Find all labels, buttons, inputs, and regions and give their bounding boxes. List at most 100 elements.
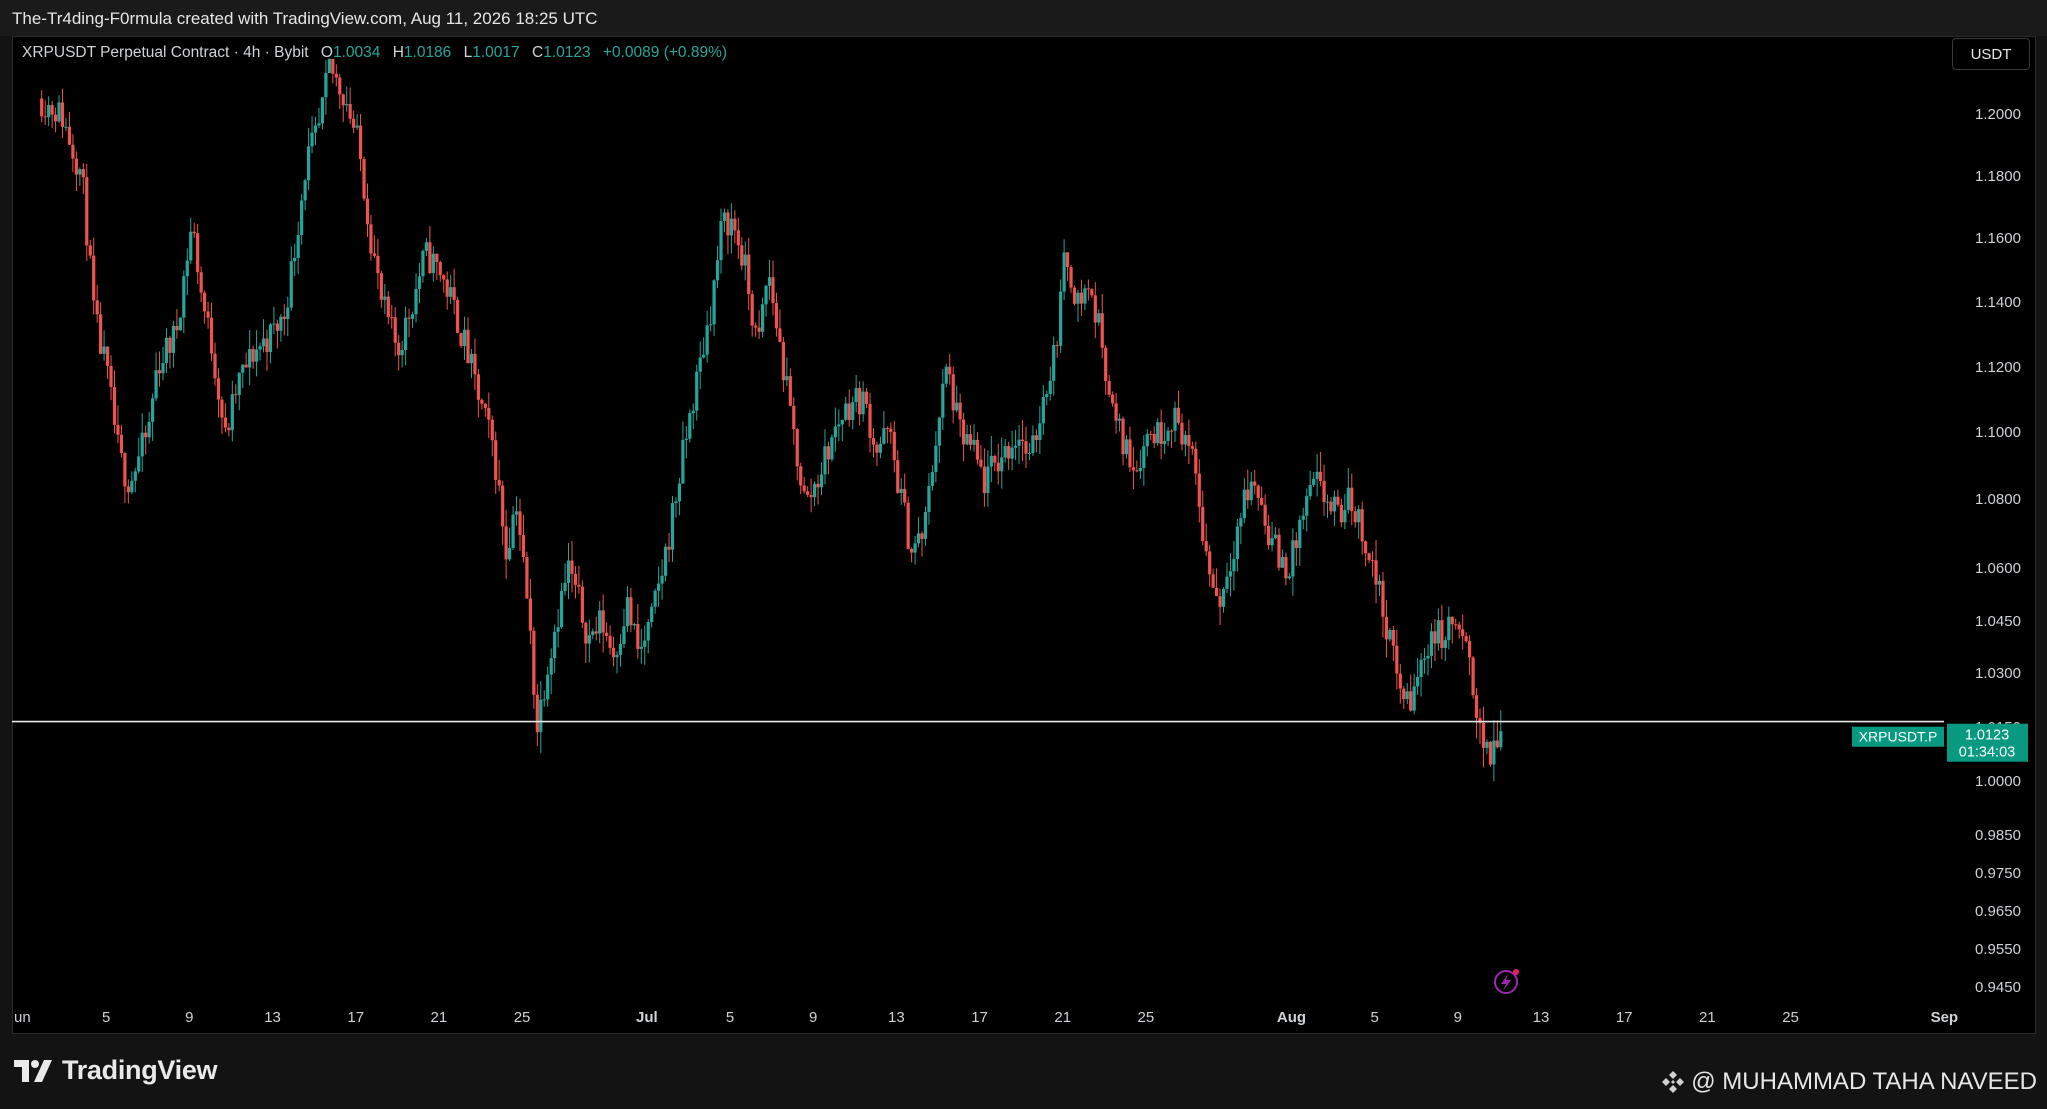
candle-down xyxy=(806,491,810,495)
candle-up xyxy=(767,277,772,286)
close-value: 1.0123 xyxy=(543,44,591,61)
candle-up xyxy=(1429,631,1434,656)
candle-down xyxy=(456,299,460,333)
candle-down xyxy=(438,262,442,276)
candle-down xyxy=(480,399,484,404)
candle-up xyxy=(296,235,300,258)
candle-down xyxy=(71,144,75,159)
author-name: @ MUHAMMAD TAHA NAVEED xyxy=(1691,1068,2037,1095)
price-axis-label: 1.1400 xyxy=(1975,294,2021,311)
candle-up xyxy=(854,387,858,403)
candle-up xyxy=(1235,526,1239,560)
candle-down xyxy=(750,294,754,326)
candle-down xyxy=(348,104,352,119)
candle-up xyxy=(237,372,241,395)
candle-up xyxy=(1485,741,1489,748)
candle-down xyxy=(1391,629,1395,646)
candle-down xyxy=(1093,295,1097,323)
candle-down xyxy=(227,427,231,431)
candle-up xyxy=(923,511,928,539)
candle-up xyxy=(539,699,543,733)
candle-up xyxy=(383,296,387,300)
candle-down xyxy=(528,598,532,631)
candle-up xyxy=(566,560,571,583)
candle-down xyxy=(868,403,872,439)
candle-up xyxy=(272,323,276,325)
candle-up xyxy=(102,346,106,354)
candle-up xyxy=(1000,457,1004,472)
candle-up xyxy=(154,370,158,399)
candle-down xyxy=(781,341,785,381)
candle-down xyxy=(1246,489,1250,501)
candle-up xyxy=(1173,407,1177,431)
candle-down xyxy=(1104,347,1108,382)
candle-up xyxy=(965,434,969,445)
candle-down xyxy=(1020,439,1025,442)
candle-up xyxy=(1097,313,1101,323)
lightning-icon[interactable] xyxy=(1494,969,1519,994)
time-axis-label: 21 xyxy=(1699,1009,1716,1026)
candle-down xyxy=(50,105,54,115)
candle-down xyxy=(1266,525,1271,546)
candle-down xyxy=(1128,439,1132,468)
price-axis[interactable]: 1.2000 1.1800 1.1600 1.1400 1.1200 1.1000 1.08… xyxy=(1975,106,2021,996)
candle-down xyxy=(490,419,494,441)
price-axis-label: 1.1600 xyxy=(1975,230,2021,247)
candle-up xyxy=(1124,439,1129,455)
candle-up xyxy=(1419,659,1423,677)
symbol-title[interactable]: XRPUSDT Perpetual Contract · 4h · Bybit xyxy=(22,44,309,61)
candle-up xyxy=(556,627,560,632)
candle-up xyxy=(677,483,682,502)
time-axis-label: 17 xyxy=(1616,1009,1633,1026)
candle-up xyxy=(899,488,903,494)
candle-up xyxy=(1145,433,1149,447)
candle-down xyxy=(584,622,588,644)
candle-up xyxy=(955,402,959,411)
price-axis-label: 1.0000 xyxy=(1975,773,2021,790)
candle-up xyxy=(140,432,144,457)
tradingview-logo-icon xyxy=(14,1059,52,1082)
candle-down xyxy=(594,631,598,634)
candle-down xyxy=(1374,560,1378,585)
candle-down xyxy=(1457,624,1461,630)
price-axis-label: 1.1000 xyxy=(1975,424,2021,441)
candle-down xyxy=(1370,560,1375,562)
candle-up xyxy=(1312,478,1316,485)
candle-down xyxy=(275,323,279,331)
tradingview-logo[interactable]: TradingView xyxy=(14,1055,218,1086)
candle-up xyxy=(1242,489,1246,519)
candle-up xyxy=(674,501,678,504)
candle-down xyxy=(168,337,172,353)
candle-down xyxy=(1180,422,1184,445)
ohlc-legend[interactable]: XRPUSDT Perpetual Contract · 4h · Bybit … xyxy=(22,44,727,62)
candle-up xyxy=(670,503,675,550)
candle-up xyxy=(934,445,938,473)
candle-down xyxy=(993,455,997,463)
candle-up xyxy=(695,371,699,411)
candle-up xyxy=(47,105,51,118)
candle-down xyxy=(1395,645,1399,674)
candle-down xyxy=(483,403,487,408)
candle-down xyxy=(407,317,411,319)
candle-up xyxy=(248,349,252,368)
currency-button[interactable]: USDT xyxy=(1952,38,2030,70)
candle-down xyxy=(192,231,196,234)
candle-down xyxy=(67,126,72,145)
candle-down xyxy=(1350,487,1354,512)
candle-up xyxy=(279,316,283,331)
candle-up xyxy=(189,231,193,261)
candle-down xyxy=(601,610,605,633)
candle-up xyxy=(511,514,515,548)
candle-down xyxy=(109,366,113,388)
candle-up xyxy=(1291,540,1295,577)
symbol-tag-label: XRPUSDT.P xyxy=(1859,729,1938,745)
candle-down xyxy=(962,419,966,445)
candle-down xyxy=(1201,506,1205,542)
time-axis-label: 5 xyxy=(102,1009,110,1026)
candle-down xyxy=(1336,496,1340,505)
price-chart[interactable]: 1.2000 1.1800 1.1600 1.1400 1.1200 1.1000 1.08… xyxy=(12,36,2036,1034)
time-axis[interactable]: un 5 9 13 17 21 25 Jul 5 9 13 17 21 25 Aug 5 9 13 17 21 25 Se… xyxy=(14,1009,1958,1026)
candle-up xyxy=(1416,676,1420,687)
candle-up xyxy=(1426,655,1430,659)
price-axis-label: 0.9450 xyxy=(1975,979,2021,996)
